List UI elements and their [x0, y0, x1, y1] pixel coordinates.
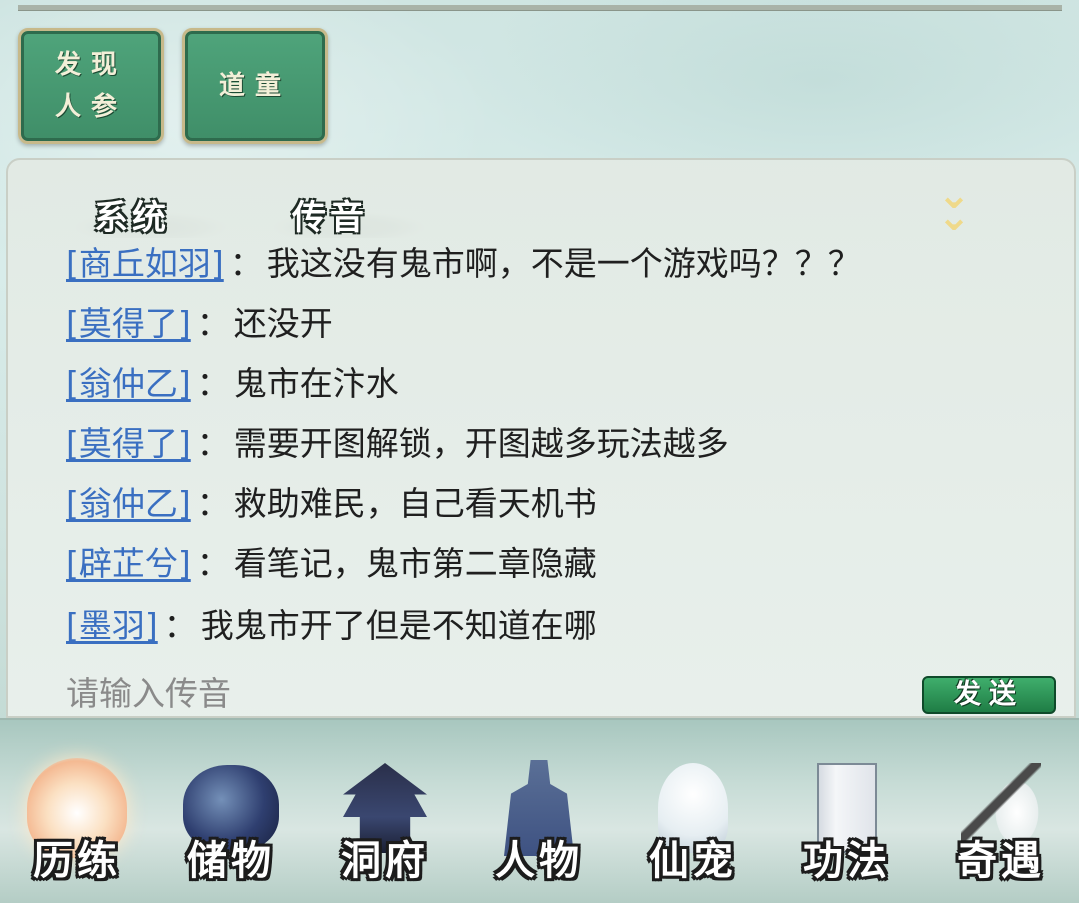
nav-item-cave-mansion[interactable]: 洞府 [308, 720, 462, 903]
separator: ： [196, 364, 230, 403]
chat-message: [墨羽]：我鬼市开了但是不知道在哪 [66, 596, 597, 656]
separator: ： [196, 304, 230, 343]
separator: ： [163, 606, 197, 645]
nav-label: 人物 [495, 837, 583, 884]
chat-panel: 系统 传音 ⌄ ⌄ [商丘如羽]：我这没有鬼市啊，不是一个游戏吗？？？ [莫得了]… [6, 158, 1076, 718]
sender-name[interactable]: [莫得了] [66, 424, 191, 463]
separator: ： [196, 544, 230, 583]
nav-item-storage[interactable]: 储物 [154, 720, 308, 903]
nav-label: 功法 [803, 837, 891, 884]
chat-message: [翁仲乙]：救助难民，自己看天机书 [66, 474, 597, 534]
message-text: 我这没有鬼市啊，不是一个游戏吗？？？ [266, 246, 861, 283]
nav-item-encounter[interactable]: 奇遇 [924, 720, 1078, 903]
sender-name[interactable]: [墨羽] [66, 606, 158, 645]
quest-button-find-ginseng[interactable]: 发现 人参 [18, 28, 164, 144]
message-text: 需要开图解锁，开图越多玩法越多 [233, 424, 729, 463]
quest-button-daotong[interactable]: 道童 [182, 28, 328, 144]
nav-item-skills[interactable]: 功法 [770, 720, 924, 903]
send-button[interactable]: 发送 [922, 676, 1056, 714]
nav-label: 历练 [33, 837, 121, 884]
nav-label: 储物 [187, 837, 275, 884]
sender-name[interactable]: [翁仲乙] [66, 484, 191, 523]
sender-name[interactable]: [辟芷兮] [66, 544, 191, 583]
sender-name[interactable]: [商丘如羽] [66, 246, 224, 283]
chat-input-row: 发送 [8, 660, 1074, 716]
separator: ： [196, 424, 230, 463]
nav-item-character[interactable]: 人物 [462, 720, 616, 903]
tab-system[interactable]: 系统 [76, 190, 226, 240]
quest-button-label: 道童 [218, 71, 291, 101]
chat-message: [商丘如羽]：我这没有鬼市啊，不是一个游戏吗？？？ [66, 246, 861, 294]
separator: ： [196, 484, 230, 523]
chat-message: [莫得了]：还没开 [66, 294, 333, 354]
message-text: 救助难民，自己看天机书 [233, 484, 597, 523]
nav-item-training[interactable]: 历练 [0, 720, 154, 903]
message-list: [商丘如羽]：我这没有鬼市啊，不是一个游戏吗？？？ [莫得了]：还没开 [翁仲乙… [8, 246, 1074, 656]
nav-label: 仙宠 [649, 837, 737, 884]
nav-label: 奇遇 [957, 837, 1045, 884]
tab-voice[interactable]: 传音 [274, 190, 424, 240]
separator: ： [229, 246, 263, 283]
bottom-nav: 历练 储物 洞府 人物 仙宠 功法 奇遇 [0, 718, 1079, 903]
message-text: 我鬼市开了但是不知道在哪 [200, 606, 597, 645]
quest-button-label-line1: 发现 [54, 50, 127, 80]
quest-button-label-line2: 人参 [54, 92, 127, 122]
tab-system-label: 系统 [94, 198, 170, 238]
nav-item-pet[interactable]: 仙宠 [616, 720, 770, 903]
chat-input[interactable] [66, 668, 886, 716]
sender-name[interactable]: [翁仲乙] [66, 364, 191, 403]
chat-message: [翁仲乙]：鬼市在汴水 [66, 354, 399, 414]
message-text: 看笔记，鬼市第二章隐藏 [233, 544, 597, 583]
top-divider [18, 5, 1062, 11]
message-text: 还没开 [233, 304, 333, 343]
chat-message: [莫得了]：需要开图解锁，开图越多玩法越多 [66, 414, 729, 474]
nav-label: 洞府 [341, 837, 429, 884]
sender-name[interactable]: [莫得了] [66, 304, 191, 343]
tab-voice-label: 传音 [292, 198, 368, 238]
message-text: 鬼市在汴水 [233, 364, 399, 403]
double-chevron-down-icon[interactable]: ⌄ ⌄ [932, 175, 976, 237]
chat-message: [辟芷兮]：看笔记，鬼市第二章隐藏 [66, 534, 597, 594]
